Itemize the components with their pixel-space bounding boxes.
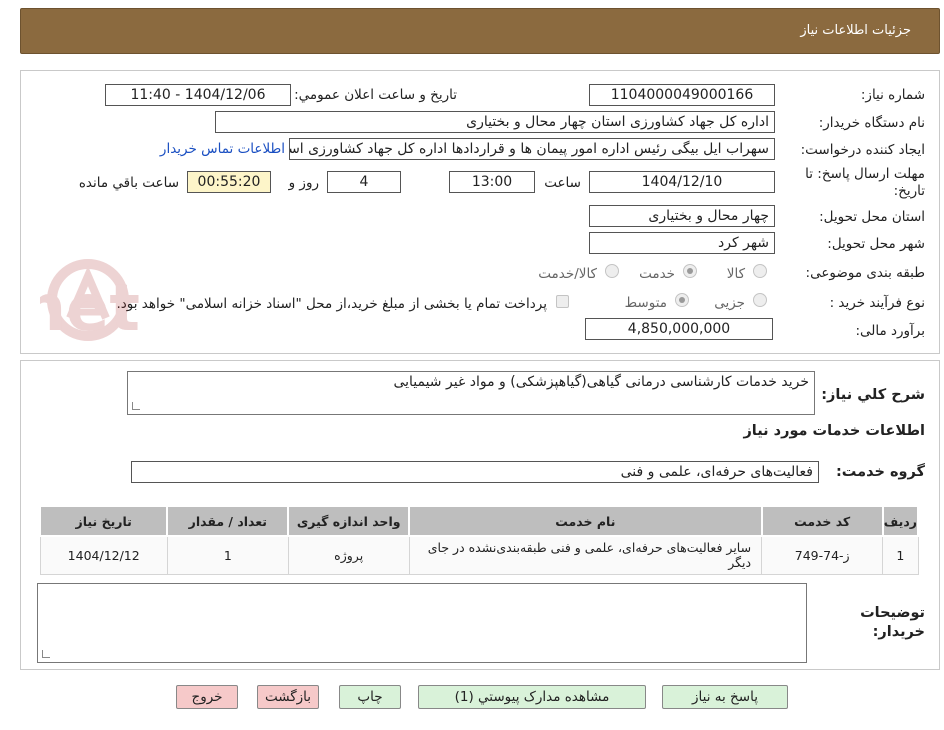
need-number-label: شماره نیاز: [860,87,925,103]
requester-field: سهراب ایل بیگی رئیس اداره امور پیمان ها … [289,138,775,160]
deadline-time-field: 13:00 [449,171,535,193]
cell-unit: پروژه [287,535,410,575]
need-number-field: 1104000049000166 [589,84,775,106]
treasury-checkbox[interactable] [556,295,569,308]
category-radio-goods-service[interactable] [605,264,619,278]
print-button[interactable]: چاپ [339,685,401,709]
page-header: جزئیات اطلاعات نیاز [20,8,940,54]
deadline-label: مهلت ارسال پاسخ: تا [805,166,925,182]
need-info-panel: شماره نیاز: 1104000049000166 تاریخ و ساع… [20,70,940,354]
category-label: طبقه بندی موضوعی: [805,265,925,281]
back-button[interactable]: بازگشت [257,685,319,709]
cell-qty: 1 [166,535,289,575]
reply-button[interactable]: پاسخ به نياز [662,685,788,709]
process-option-minor: جزیی [714,295,745,311]
buyer-notes-field[interactable] [37,583,807,663]
col-qty: تعداد / مقدار [166,505,290,537]
category-radio-goods[interactable] [753,264,767,278]
summary-label: شرح کلي نياز: [821,387,925,403]
buyer-contact-link[interactable]: اطلاعات تماس خريدار [160,141,285,157]
days-label: روز و [288,175,319,191]
deadline-time-label: ساعت [544,175,581,191]
service-group-label: گروه خدمت: [835,464,925,480]
process-label: نوع فرآیند خرید : [829,295,925,311]
col-unit: واحد اندازه گيری [287,505,411,537]
category-option-service: خدمت [639,266,675,282]
remaining-time-field: 00:55:20 [187,171,271,193]
services-table: رديف کد خدمت نام خدمت واحد اندازه گيری ت… [38,505,920,575]
process-option-medium: متوسط [624,295,667,311]
summary-text: خرید خدمات کارشناسی درمانی گیاهی(گیاهپزش… [393,374,809,390]
budget-field: 4,850,000,000 [585,318,773,340]
announce-field: 1404/12/06 - 11:40 [105,84,291,106]
city-label: شهر محل تحويل: [827,236,925,252]
deadline-date-field: 1404/12/10 [589,171,775,193]
table-row: 1 ز-74-749 سایر فعالیت‌های حرفه‌ای، علمی… [39,535,919,575]
province-field: چهار محال و بختیاری [589,205,775,227]
buyer-org-field: اداره کل جهاد کشاورزی استان چهار محال و … [215,111,775,133]
col-date: تاريخ نياز [38,505,169,537]
view-attachments-button[interactable]: مشاهده مدارک پيوستي (1) [418,685,646,709]
services-title: اطلاعات خدمات مورد نياز [743,423,925,439]
col-name: نام خدمت [408,505,763,537]
announce-label: تاریخ و ساعت اعلان عمومي: [294,87,457,103]
remaining-label: ساعت باقي مانده [78,175,179,191]
province-label: استان محل تحويل: [819,209,925,225]
category-radio-service[interactable] [683,264,697,278]
resize-handle-icon[interactable] [42,650,50,658]
process-radio-medium[interactable] [675,293,689,307]
payment-note: پرداخت تمام یا بخشی از مبلغ خرید،از محل … [116,296,547,312]
services-table-header: رديف کد خدمت نام خدمت واحد اندازه گيری ت… [38,505,920,537]
cell-name: سایر فعالیت‌های حرفه‌ای، علمی و فنی طبقه… [408,535,763,575]
details-panel: شرح کلي نياز: خرید خدمات کارشناسی درمانی… [20,360,940,670]
buyer-notes-label: توضيحات [860,605,925,621]
buyer-notes-label-2: خريدار: [872,624,925,640]
category-option-goods-service: کالا/خدمت [538,266,597,282]
exit-button[interactable]: خروج [176,685,238,709]
buyer-org-label: نام دستگاه خريدار: [818,115,925,131]
city-field: شهر کرد [589,232,775,254]
col-row: رديف [881,505,920,537]
days-field: 4 [327,171,401,193]
category-option-goods: کالا [726,266,745,282]
summary-field: خرید خدمات کارشناسی درمانی گیاهی(گیاهپزش… [127,371,815,415]
cell-code: ز-74-749 [761,535,884,575]
requester-label: ايجاد کننده درخواست: [800,142,925,158]
process-radio-minor[interactable] [753,293,767,307]
page-title: جزئیات اطلاعات نیاز [800,23,911,38]
budget-label: برآورد مالی: [855,323,925,339]
deadline-label-date: تاريخ: [893,183,925,199]
col-code: کد خدمت [760,505,884,537]
cell-date: 1404/12/12 [39,535,168,575]
service-group-field: فعالیت‌های حرفه‌ای، علمی و فنی [131,461,819,483]
resize-handle-icon[interactable] [132,402,140,410]
cell-row: 1 [882,535,919,575]
